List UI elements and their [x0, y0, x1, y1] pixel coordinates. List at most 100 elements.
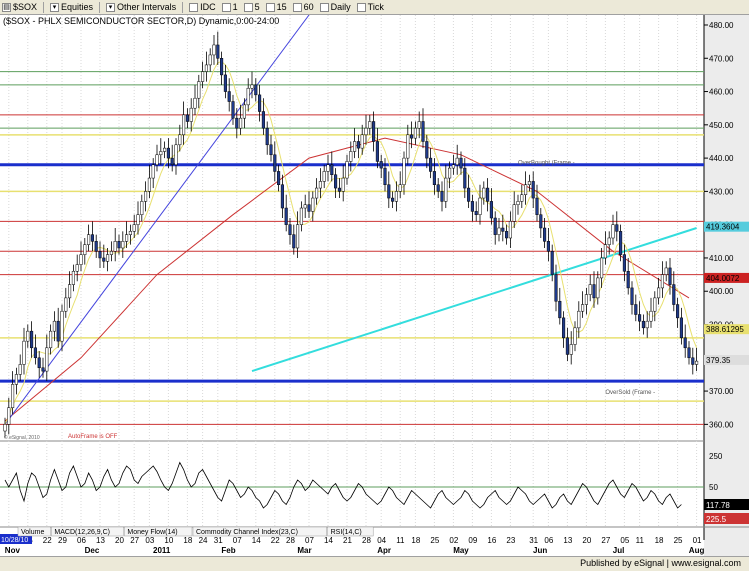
- interval-label: Tick: [367, 2, 384, 12]
- month-label: Mar: [297, 546, 311, 555]
- price-label-text: 419.3604: [706, 223, 740, 232]
- candle-body: [672, 284, 676, 305]
- candle-body: [242, 104, 246, 119]
- interval-button[interactable]: 60: [292, 2, 314, 12]
- candle-body: [155, 154, 159, 166]
- candle-body: [299, 207, 303, 225]
- y-tick-label: 480.00: [709, 21, 734, 30]
- candle-body: [383, 167, 387, 185]
- month-label: Apr: [377, 546, 391, 555]
- candle-body: [520, 194, 524, 202]
- candle-body: [691, 357, 695, 365]
- x-tick-label: 18: [183, 536, 192, 545]
- candle-body: [459, 157, 463, 169]
- candle-body: [14, 374, 18, 385]
- interval-button[interactable]: Tick: [356, 2, 384, 12]
- y-tick-label: 370.00: [709, 387, 734, 396]
- candle-body: [98, 251, 102, 259]
- interval-button[interactable]: 5: [243, 2, 260, 12]
- candle-body: [474, 211, 478, 215]
- month-label: May: [453, 546, 469, 555]
- candle-body: [501, 227, 505, 232]
- candle-body: [136, 214, 140, 225]
- y-tick-label: 410.00: [709, 254, 734, 263]
- interval-label: IDC: [200, 2, 216, 12]
- x-tick-label: 14: [252, 536, 261, 545]
- candle-body: [3, 424, 7, 432]
- interval-button[interactable]: 15: [265, 2, 287, 12]
- interval-button[interactable]: IDC: [189, 2, 216, 12]
- candle-body: [311, 197, 315, 212]
- candle-body: [364, 127, 368, 136]
- interval-button[interactable]: 1: [221, 2, 238, 12]
- toolbar-separator: [182, 1, 184, 13]
- candle-body: [558, 300, 562, 319]
- toolbar: ▤ $SOX ▾ Equities ▾ Other Intervals IDC …: [0, 0, 749, 15]
- candle-body: [140, 201, 144, 215]
- x-tick-label: 28: [286, 536, 295, 545]
- x-tick-label: 31: [529, 536, 538, 545]
- candle-body: [212, 44, 216, 56]
- candle-body: [505, 231, 509, 239]
- candle-body: [486, 187, 490, 202]
- candle-body: [603, 244, 607, 259]
- candle-body: [132, 224, 136, 232]
- x-tick-label: 14: [324, 536, 333, 545]
- candle-body: [349, 151, 353, 162]
- candle-body: [638, 314, 642, 322]
- candle-body: [56, 320, 60, 342]
- candle-body: [493, 217, 497, 235]
- candle-body: [569, 344, 573, 355]
- y-tick-label: 430.00: [709, 187, 734, 196]
- folder-icon: ▾: [50, 2, 60, 12]
- candle-body: [254, 84, 258, 96]
- symbol-box[interactable]: ▤ $SOX: [2, 2, 37, 12]
- candle-body: [303, 204, 307, 209]
- candle-body: [189, 107, 193, 122]
- checkbox-icon: [292, 2, 302, 12]
- x-tick-label: 24: [199, 536, 208, 545]
- candle-body: [330, 164, 334, 175]
- candle-body: [235, 117, 239, 129]
- candle-body: [615, 224, 619, 232]
- candle-body: [159, 151, 163, 156]
- candle-body: [668, 267, 672, 285]
- candle-body: [695, 360, 699, 365]
- indicator-value-label: 225.5: [706, 515, 727, 524]
- candle-body: [524, 184, 528, 195]
- x-tick-label: 05: [620, 536, 629, 545]
- intervals-dropdown[interactable]: ▾ Other Intervals: [106, 2, 176, 12]
- candle-body: [497, 227, 501, 235]
- candle-body: [634, 304, 638, 315]
- candle-body: [26, 330, 30, 342]
- candle-body: [387, 184, 391, 199]
- candle-body: [432, 171, 436, 185]
- month-label: Feb: [221, 546, 235, 555]
- indicator-tab-label: Volume: [21, 529, 44, 536]
- intervals-label: Other Intervals: [117, 2, 177, 12]
- candle-body: [239, 117, 243, 129]
- candle-body: [353, 141, 357, 152]
- equities-dropdown[interactable]: ▾ Equities: [50, 2, 93, 12]
- price-chart[interactable]: 360.00370.00380.00390.00400.00410.00420.…: [0, 15, 749, 556]
- candle-body: [607, 237, 611, 245]
- candle-body: [307, 204, 311, 212]
- x-tick-label: 20: [115, 536, 124, 545]
- candle-body: [676, 304, 680, 319]
- x-tick-label: 06: [544, 536, 553, 545]
- interval-button[interactable]: Daily: [319, 2, 351, 12]
- price-label-text: 388.61295: [706, 325, 744, 334]
- x-tick-label: 13: [96, 536, 105, 545]
- watermark: © eSignal, 2010: [4, 434, 40, 441]
- candle-body: [326, 164, 330, 172]
- candle-body: [94, 241, 98, 252]
- candle-body: [334, 174, 338, 189]
- candle-body: [102, 257, 106, 262]
- candle-body: [296, 224, 300, 249]
- candle-body: [178, 134, 182, 146]
- candle-body: [261, 111, 265, 129]
- candle-body: [128, 231, 132, 235]
- price-pane-bg: [0, 15, 704, 441]
- date-label: 10/28/10: [1, 537, 28, 544]
- folder-icon: ▾: [106, 2, 116, 12]
